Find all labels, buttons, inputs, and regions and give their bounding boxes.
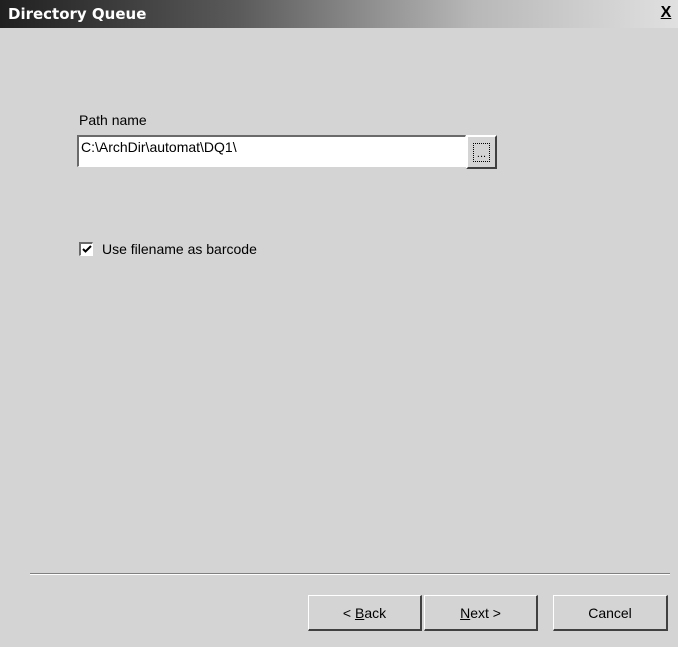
close-button[interactable]: X [656, 3, 676, 23]
ellipsis-icon: ... [473, 142, 490, 162]
path-name-label: Path name [79, 112, 147, 128]
cancel-button[interactable]: Cancel [553, 595, 668, 631]
window-title: Directory Queue [8, 5, 147, 23]
back-button-prefix: < [342, 604, 355, 621]
barcode-checkbox-row[interactable]: Use filename as barcode [79, 241, 257, 257]
dialog-window: Directory Queue X Path name ... Use file… [0, 0, 678, 647]
barcode-checkbox[interactable] [79, 242, 93, 256]
next-button-label-rest: ext > [470, 604, 501, 621]
back-button[interactable]: < Back [308, 595, 422, 631]
back-button-label-rest: ack [364, 604, 387, 621]
path-name-input[interactable] [77, 135, 466, 167]
next-button-mnemonic: N [460, 604, 471, 621]
checkmark-icon [81, 245, 92, 253]
title-bar[interactable]: Directory Queue X [0, 0, 678, 28]
barcode-checkbox-label: Use filename as barcode [102, 241, 257, 257]
button-separator [30, 573, 670, 575]
browse-button[interactable]: ... [466, 135, 497, 169]
cancel-button-label: Cancel [588, 604, 632, 621]
back-button-mnemonic: B [354, 604, 365, 621]
next-button[interactable]: Next > [424, 595, 538, 631]
close-icon: X [660, 4, 672, 21]
